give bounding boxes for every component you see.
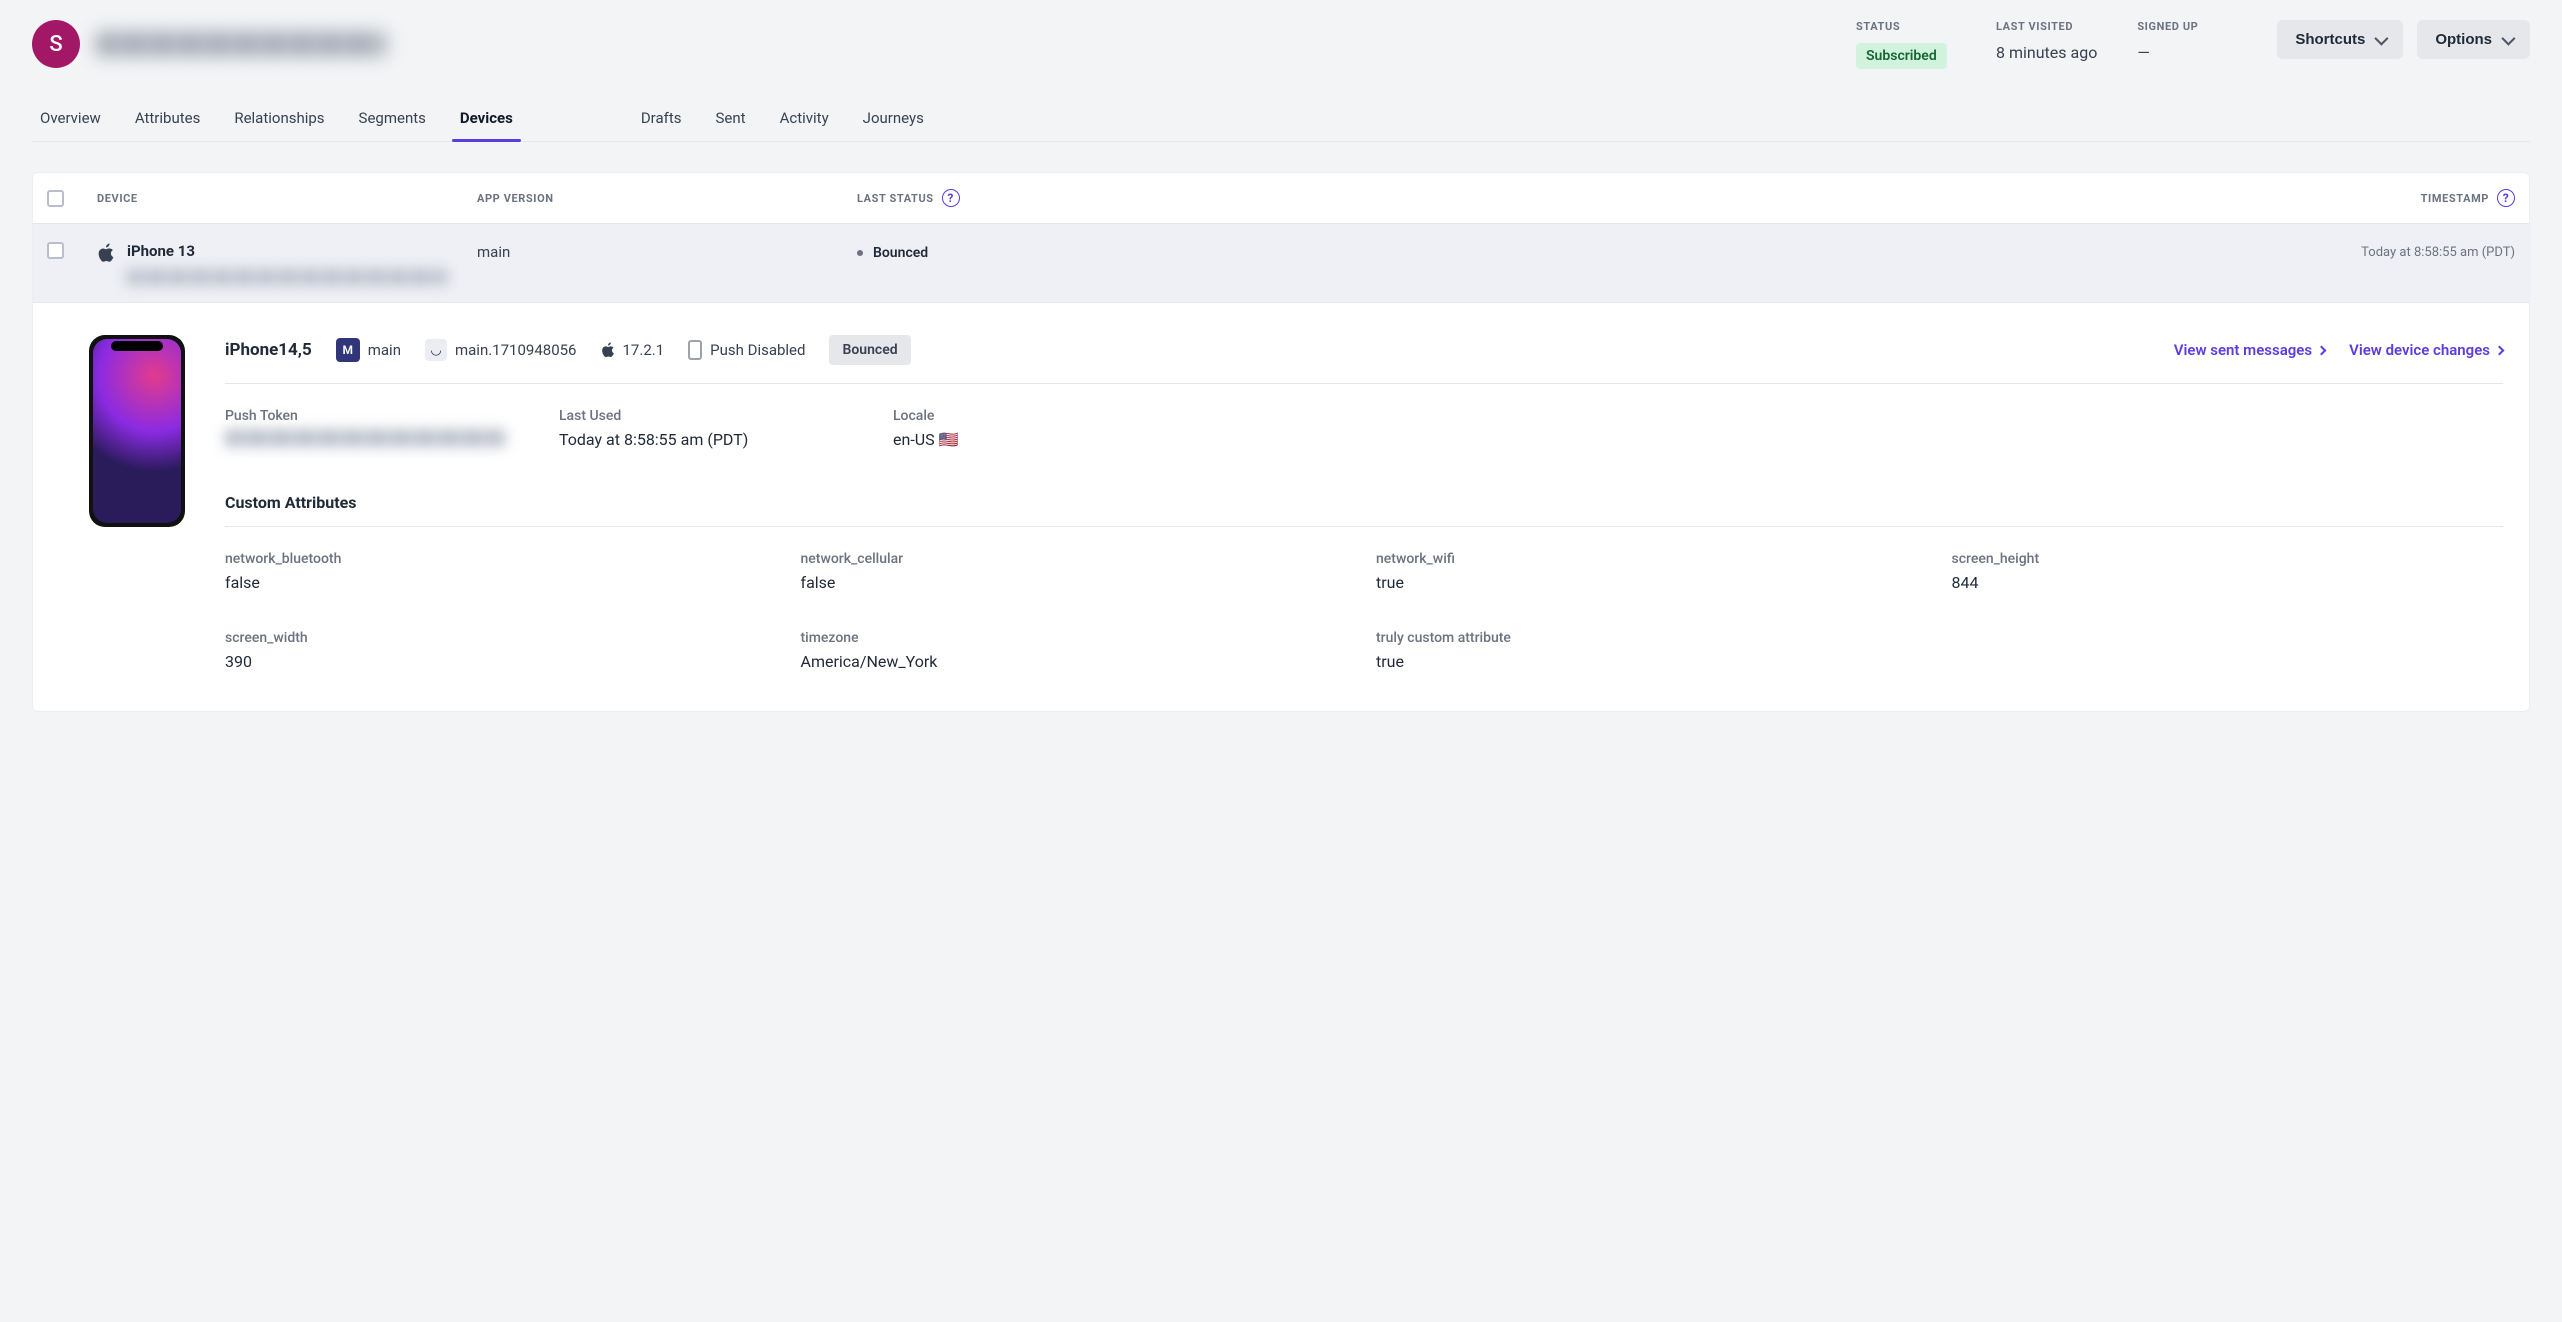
push-token-redacted [225, 430, 505, 446]
attr-network-cellular-label: network_cellular [801, 551, 1353, 567]
view-device-changes-link[interactable]: View device changes [2349, 341, 2503, 359]
last-used-label: Last Used [559, 408, 869, 424]
view-sent-messages-label: View sent messages [2174, 341, 2312, 359]
attr-truly-custom-label: truly custom attribute [1376, 630, 1928, 646]
chevron-down-icon [2501, 31, 2515, 45]
view-device-changes-label: View device changes [2349, 341, 2490, 359]
shortcuts-button-label: Shortcuts [2295, 31, 2365, 48]
row-timestamp: Today at 8:58:55 am (PDT) [2285, 242, 2515, 260]
attr-network-bluetooth-value: false [225, 573, 777, 592]
flag-icon: 🇺🇸 [939, 430, 959, 449]
column-timestamp: TIMESTAMP [2421, 192, 2489, 205]
column-last-status: LAST STATUS [857, 192, 934, 205]
tab-relationships[interactable]: Relationships [234, 97, 324, 141]
devices-panel: DEVICE APP VERSION LAST STATUS ? TIMESTA… [32, 172, 2530, 712]
avatar: S [32, 20, 80, 68]
phone-illustration [89, 335, 185, 527]
build-name: main.1710948056 [455, 341, 577, 359]
apple-icon [97, 243, 115, 263]
status-label: STATUS [1856, 20, 1956, 33]
select-all-checkbox[interactable] [47, 190, 64, 207]
view-sent-messages-link[interactable]: View sent messages [2174, 341, 2325, 359]
custom-attributes-heading: Custom Attributes [225, 493, 2503, 527]
push-status: Push Disabled [710, 341, 805, 359]
bounced-badge: Bounced [829, 335, 910, 365]
help-icon[interactable]: ? [2497, 189, 2515, 207]
last-visited-label: LAST VISITED [1996, 20, 2097, 33]
last-used-value: Today at 8:58:55 am (PDT) [559, 430, 869, 449]
tab-devices[interactable]: Devices [460, 97, 513, 141]
status-dot-icon [857, 250, 863, 256]
tab-drafts[interactable]: Drafts [641, 97, 682, 141]
os-version: 17.2.1 [623, 341, 665, 359]
attr-timezone-label: timezone [801, 630, 1353, 646]
attr-network-wifi-value: true [1376, 573, 1928, 592]
column-app-version: APP VERSION [477, 192, 857, 205]
app-name: main [368, 341, 401, 359]
tab-attributes[interactable]: Attributes [135, 97, 201, 141]
tab-segments[interactable]: Segments [359, 97, 426, 141]
attr-screen-height-value: 844 [1952, 573, 2504, 592]
last-visited-value: 8 minutes ago [1996, 43, 2097, 62]
attr-network-bluetooth-label: network_bluetooth [225, 551, 777, 567]
signed-up-label: SIGNED UP [2137, 20, 2237, 33]
device-id-redacted [127, 270, 447, 284]
tab-bar: Overview Attributes Relationships Segmen… [32, 97, 2530, 142]
signed-up-value: — [2137, 43, 2237, 62]
attr-truly-custom-value: true [1376, 652, 1928, 671]
chevron-right-icon [2495, 345, 2505, 355]
page-header: S STATUS Subscribed LAST VISITED 8 minut… [32, 20, 2530, 69]
attr-network-wifi-label: network_wifi [1376, 551, 1928, 567]
device-model: iPhone14,5 [225, 340, 312, 360]
customer-name-redacted [96, 32, 386, 56]
status-badge: Subscribed [1856, 43, 1947, 69]
push-token-label: Push Token [225, 408, 535, 424]
device-name: iPhone 13 [127, 242, 447, 260]
attr-timezone-value: America/New_York [801, 652, 1353, 671]
build-icon: ◡ [425, 339, 447, 361]
tab-activity[interactable]: Activity [780, 97, 829, 141]
row-checkbox[interactable] [47, 242, 64, 259]
chevron-right-icon [2317, 345, 2327, 355]
attr-screen-height-label: screen_height [1952, 551, 2504, 567]
attr-screen-width-label: screen_width [225, 630, 777, 646]
apple-icon [601, 342, 615, 358]
table-header: DEVICE APP VERSION LAST STATUS ? TIMESTA… [33, 173, 2529, 223]
chevron-down-icon [2375, 31, 2389, 45]
help-icon[interactable]: ? [942, 189, 960, 207]
column-device: DEVICE [97, 192, 477, 205]
attr-screen-width-value: 390 [225, 652, 777, 671]
locale-label: Locale [893, 408, 2503, 424]
row-app-version: main [477, 242, 857, 261]
locale-value: en-US 🇺🇸 [893, 430, 2503, 449]
app-badge-icon: M [336, 338, 360, 362]
tab-overview[interactable]: Overview [40, 97, 101, 141]
shortcuts-button[interactable]: Shortcuts [2277, 20, 2403, 59]
options-button-label: Options [2435, 31, 2492, 48]
options-button[interactable]: Options [2417, 20, 2530, 59]
attr-network-cellular-value: false [801, 573, 1353, 592]
locale-text: en-US [893, 430, 935, 449]
device-row[interactable]: iPhone 13 main Bounced Today at 8:58:55 … [33, 223, 2529, 302]
row-status: Bounced [873, 245, 928, 261]
tab-sent[interactable]: Sent [716, 97, 746, 141]
tab-journeys[interactable]: Journeys [863, 97, 924, 141]
device-icon [688, 340, 702, 360]
device-detail: iPhone14,5 M main ◡ main.1710948056 17.2… [33, 302, 2529, 711]
